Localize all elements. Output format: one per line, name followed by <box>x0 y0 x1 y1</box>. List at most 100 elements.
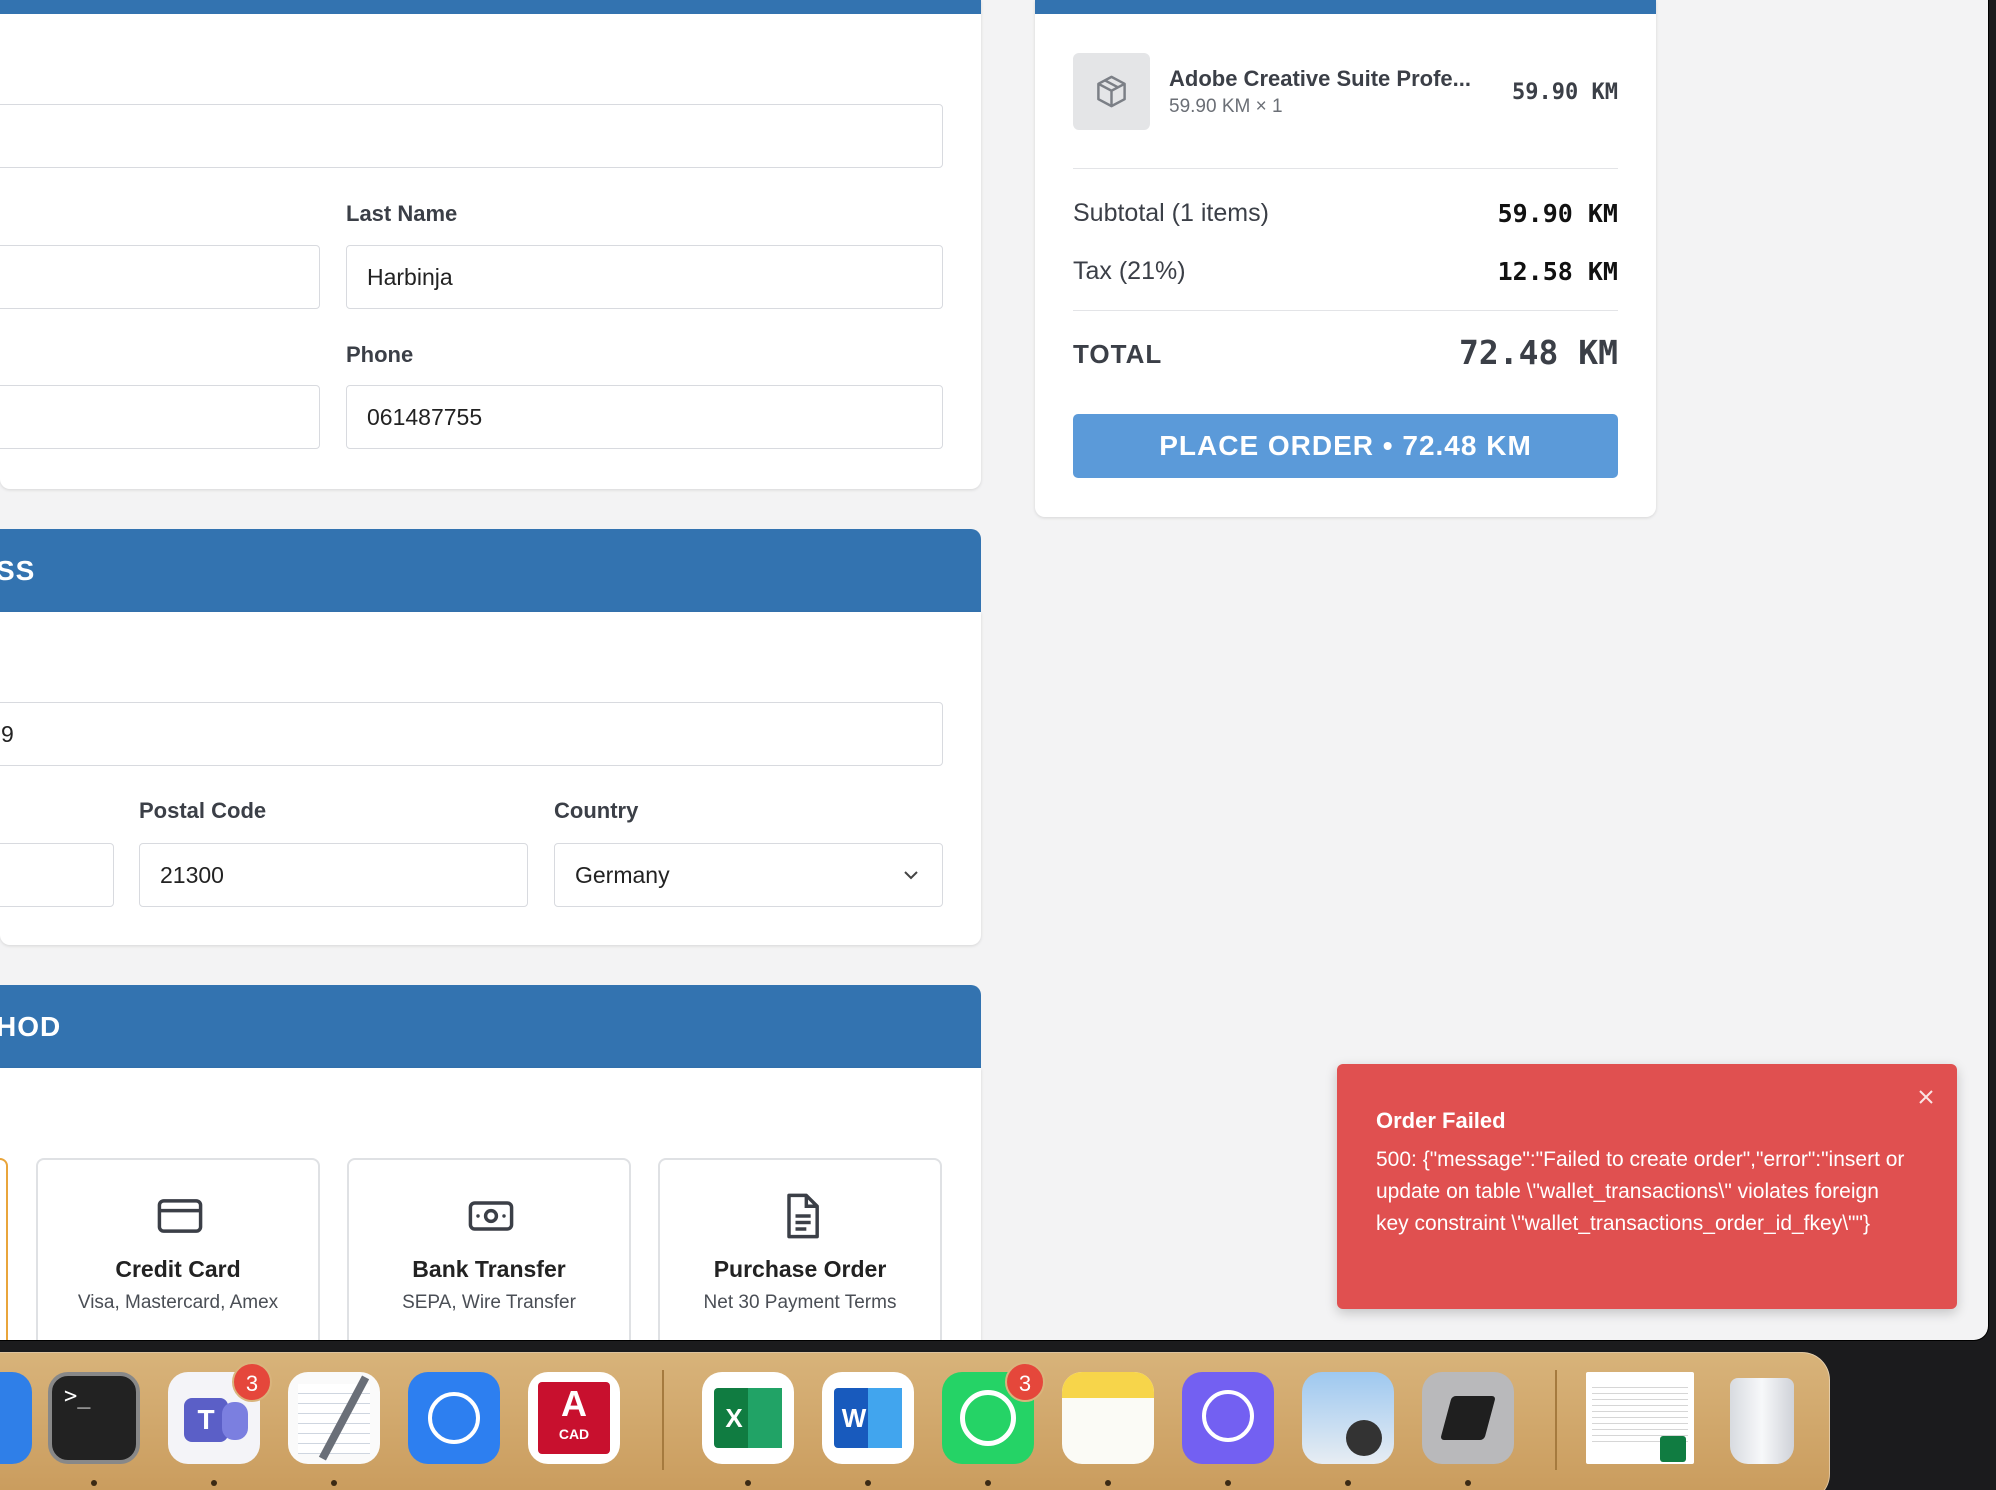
product-name: Adobe Creative Suite Profe... <box>1169 66 1471 91</box>
place-order-button[interactable]: PLACE ORDER • 72.48 KM <box>1073 414 1618 478</box>
finder-icon[interactable] <box>0 1372 32 1464</box>
document-icon <box>787 1193 819 1239</box>
chevron-down-icon <box>904 871 918 880</box>
payment-option-subtitle: SEPA, Wire Transfer <box>402 1292 576 1313</box>
teams-person <box>222 1402 248 1440</box>
excel-sheet <box>748 1388 782 1448</box>
country-label: Country <box>554 798 639 823</box>
product-quantity: 59.90 KM × 1 <box>1169 96 1283 117</box>
order-summary-card: Adobe Creative Suite Profe... 59.90 KM ×… <box>1035 0 1656 517</box>
product-thumbnail <box>1073 53 1150 130</box>
trash-bin <box>1730 1378 1794 1464</box>
dock-separator <box>662 1370 664 1470</box>
street-field[interactable]: 9 <box>0 702 943 766</box>
spreadsheet-preview <box>1592 1382 1688 1442</box>
cursor-app-icon[interactable] <box>1422 1372 1514 1464</box>
payment-section-title: HOD <box>0 1011 62 1042</box>
viber-bubble <box>1202 1390 1254 1442</box>
contact-card: Last Name Harbinja Phone 061487755 <box>0 0 981 489</box>
phone-field[interactable]: 061487755 <box>346 385 943 449</box>
tax-label: Tax (21%) <box>1073 257 1186 285</box>
terminal-prompt-glyph: >_ <box>64 1384 91 1409</box>
divider <box>1073 310 1618 311</box>
excel-document-icon[interactable] <box>1586 1372 1694 1464</box>
notes-icon[interactable] <box>1062 1372 1154 1464</box>
notes-header <box>1062 1372 1154 1398</box>
running-indicator <box>1105 1480 1111 1486</box>
payment-option-title: Bank Transfer <box>412 1256 566 1282</box>
first-name-field[interactable] <box>0 245 320 309</box>
postal-code-label: Postal Code <box>139 798 267 823</box>
payment-option-title: Credit Card <box>115 1256 241 1282</box>
autocad-letter: A <box>561 1383 587 1424</box>
excel-badge-icon <box>1660 1436 1686 1462</box>
email-field[interactable] <box>0 385 320 449</box>
tax-value: 12.58 KM <box>1497 257 1618 286</box>
subtotal-value: 59.90 KM <box>1497 199 1618 228</box>
city-field[interactable] <box>0 843 114 907</box>
running-indicator <box>1345 1480 1351 1486</box>
address-section-title: SS <box>0 555 36 586</box>
whatsapp-bubble <box>960 1390 1016 1446</box>
total-label: TOTAL <box>1073 339 1163 369</box>
country-value: Germany <box>575 862 670 888</box>
package-icon <box>1097 75 1126 108</box>
running-indicator <box>745 1480 751 1486</box>
remote-desktop-icon[interactable] <box>408 1372 500 1464</box>
address-section-header: SS <box>0 529 981 613</box>
address-card: 9 Postal Code Country 21300 Germany <box>0 612 981 945</box>
running-indicator <box>211 1480 217 1486</box>
browser-window: Last Name Harbinja Phone 061487755 SS 9 … <box>0 0 1988 1340</box>
running-indicator <box>331 1480 337 1486</box>
banknote-icon <box>468 1201 514 1231</box>
teams-badge: 3 <box>232 1362 272 1402</box>
close-icon[interactable] <box>1917 1088 1935 1106</box>
remote-ring <box>428 1392 480 1444</box>
payment-option-bank-transfer[interactable]: Bank Transfer SEPA, Wire Transfer <box>347 1158 631 1340</box>
payment-option-credit-card[interactable]: Credit Card Visa, Mastercard, Amex <box>36 1158 320 1340</box>
excel-icon[interactable]: X <box>702 1372 794 1464</box>
running-indicator <box>865 1480 871 1486</box>
autocad-tile: A CAD <box>538 1382 610 1454</box>
running-indicator <box>1465 1480 1471 1486</box>
textedit-icon[interactable] <box>288 1372 380 1464</box>
summary-header-strip <box>1035 0 1656 14</box>
toast-message: 500: {"message":"Failed to create order"… <box>1376 1148 1905 1235</box>
preview-loupe <box>1346 1420 1382 1456</box>
payment-option-partial[interactable] <box>0 1158 8 1340</box>
whatsapp-badge: 3 <box>1005 1362 1045 1402</box>
payment-option-subtitle: Visa, Mastercard, Amex <box>77 1292 279 1313</box>
preview-icon[interactable] <box>1302 1372 1394 1464</box>
last-name-label: Last Name <box>346 201 458 226</box>
terminal-icon[interactable]: >_ <box>48 1372 140 1464</box>
divider <box>1073 168 1618 169</box>
word-icon[interactable]: W <box>822 1372 914 1464</box>
place-order-label: PLACE ORDER • 72.48 KM <box>1159 430 1532 461</box>
phone-label: Phone <box>346 342 414 367</box>
credit-card-icon <box>157 1199 203 1233</box>
viber-icon[interactable] <box>1182 1372 1274 1464</box>
autocad-label: CAD <box>558 1426 590 1442</box>
full-width-field[interactable] <box>0 104 943 168</box>
product-price: 59.90 KM <box>1512 80 1618 105</box>
payment-option-subtitle: Net 30 Payment Terms <box>703 1292 897 1313</box>
autocad-icon[interactable]: A CAD <box>528 1372 620 1464</box>
contact-header-strip <box>0 0 981 14</box>
payment-option-title: Purchase Order <box>713 1256 887 1282</box>
running-indicator <box>985 1480 991 1486</box>
postal-code-field[interactable]: 21300 <box>139 843 528 907</box>
payment-option-purchase-order[interactable]: Purchase Order Net 30 Payment Terms <box>658 1158 942 1340</box>
running-indicator <box>91 1480 97 1486</box>
trash-icon[interactable] <box>1716 1372 1808 1464</box>
running-indicator <box>1225 1480 1231 1486</box>
toast-title: Order Failed <box>1376 1108 1506 1133</box>
total-value: 72.48 KM <box>1459 333 1618 372</box>
word-sheet <box>868 1388 902 1448</box>
dock-separator <box>1555 1370 1557 1470</box>
subtotal-label: Subtotal (1 items) <box>1073 199 1269 227</box>
cursor-glyph <box>1440 1396 1496 1440</box>
last-name-field[interactable]: Harbinja <box>346 245 943 309</box>
payment-section-header: HOD <box>0 985 981 1069</box>
country-select[interactable]: Germany <box>554 843 943 907</box>
error-toast: Order Failed 500: {"message":"Failed to … <box>1337 1064 1957 1309</box>
